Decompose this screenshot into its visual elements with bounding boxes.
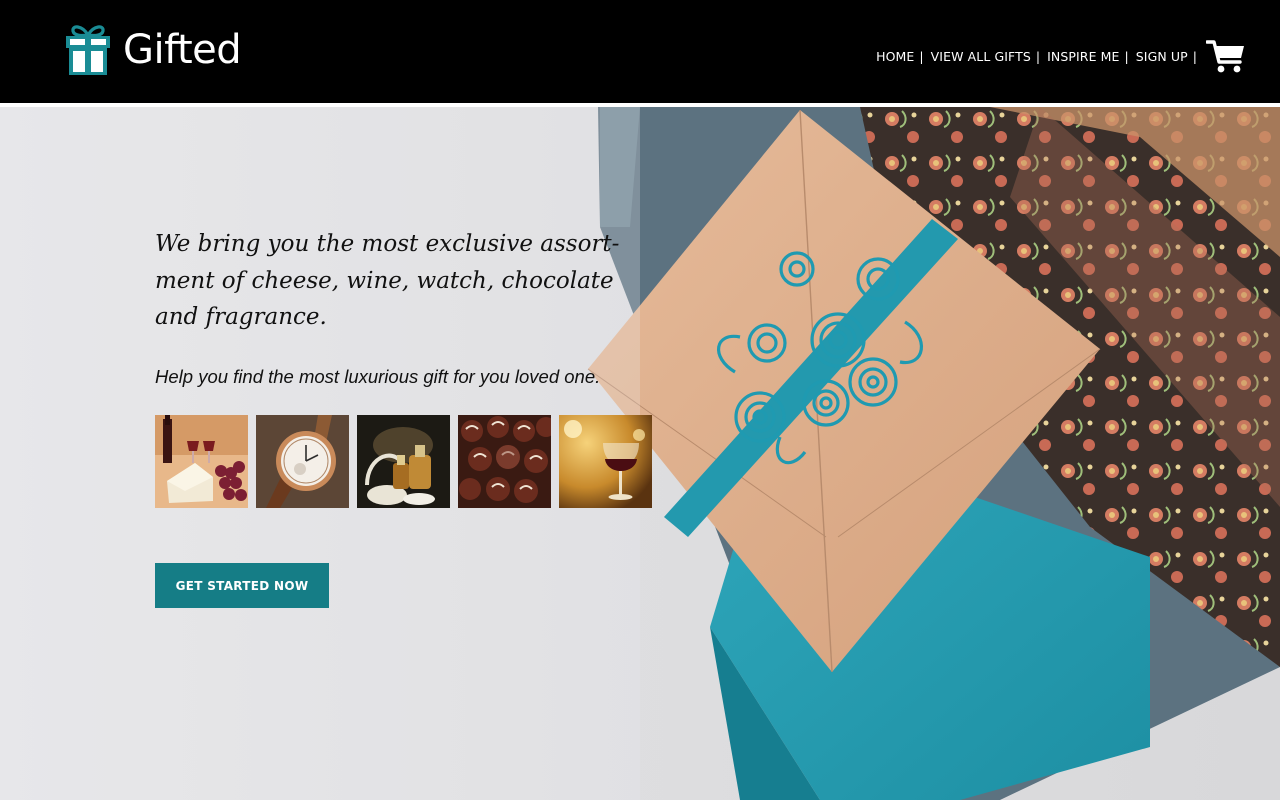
- main-nav: HOME | VIEW ALL GIFTS | INSPIRE ME | SIG…: [876, 38, 1246, 74]
- shopping-cart-icon[interactable]: [1206, 38, 1246, 74]
- brand-logo[interactable]: Gifted: [64, 22, 242, 78]
- nav-sign-up[interactable]: SIGN UP: [1136, 49, 1188, 64]
- watch-photo[interactable]: [256, 415, 349, 508]
- hero-section: We bring you the most exclusive assort-m…: [0, 107, 1280, 800]
- nav-home[interactable]: HOME: [876, 49, 914, 64]
- nav-separator: |: [1124, 48, 1129, 64]
- gift-box-icon: [66, 25, 110, 75]
- nav-inspire-me[interactable]: INSPIRE ME: [1047, 49, 1119, 64]
- nav-separator: |: [919, 48, 924, 64]
- nav-separator: |: [1192, 48, 1197, 64]
- nav-separator: |: [1035, 48, 1041, 64]
- wine-glass-photo[interactable]: [559, 415, 652, 508]
- brand-name: Gifted: [123, 27, 242, 73]
- category-thumbnails: [155, 415, 652, 508]
- cheese-wine-photo[interactable]: [155, 415, 248, 508]
- chocolate-photo[interactable]: [458, 415, 551, 508]
- hero-subline: Help you find the most luxurious gift fo…: [155, 366, 601, 387]
- get-started-button[interactable]: GET STARTED NOW: [155, 563, 329, 608]
- hero-headline: We bring you the most exclusive assort-m…: [155, 231, 620, 330]
- fragrance-photo[interactable]: [357, 415, 450, 508]
- site-header: Gifted HOME | VIEW ALL GIFTS | INSPIRE M…: [0, 0, 1280, 103]
- nav-view-all-gifts[interactable]: VIEW ALL GIFTS: [931, 49, 1031, 64]
